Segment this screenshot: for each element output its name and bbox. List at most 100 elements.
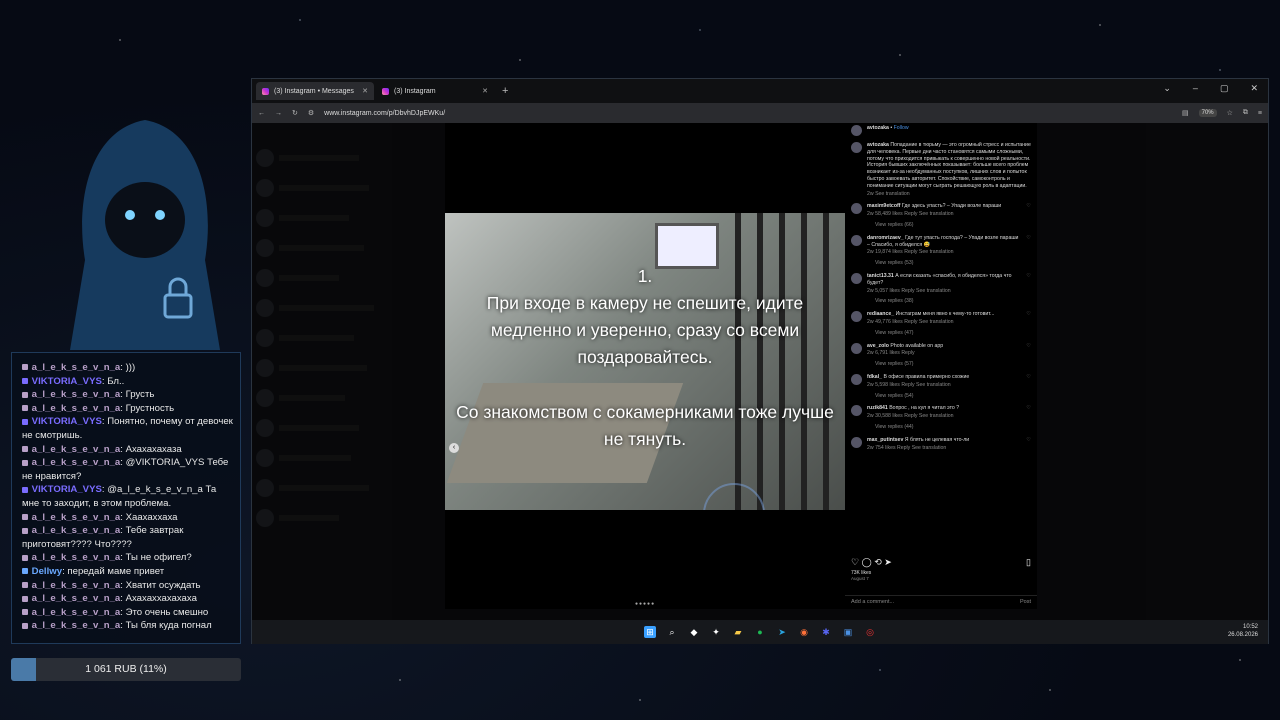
avatar[interactable] [851, 203, 862, 215]
chat-username[interactable]: a_l_e_k_s_e_v_n_a [32, 444, 121, 455]
app-star-icon[interactable]: ✱ [820, 626, 832, 638]
user-badge-icon [22, 527, 28, 534]
prev-slide-icon[interactable]: ‹ [449, 443, 459, 453]
zoom-level[interactable]: 70% [1198, 109, 1217, 117]
avatar[interactable] [851, 234, 862, 246]
tab-instagram[interactable]: (3) Instagram ✕ [376, 82, 494, 100]
comment-author[interactable]: rediaance_ [867, 311, 894, 317]
search-icon[interactable]: ⌕ [666, 626, 678, 638]
comment-author[interactable]: max_putintsev [867, 437, 903, 443]
site-info-icon[interactable]: ⚙ [308, 109, 314, 117]
save-icon[interactable]: ▯ [1026, 557, 1031, 568]
firefox-icon[interactable]: ◉ [798, 626, 810, 638]
chat-username[interactable]: a_l_e_k_s_e_v_n_a [32, 580, 121, 591]
close-icon[interactable]: ✕ [1250, 83, 1258, 94]
chat-message: VIKTORIA_VYS: Бл.. [22, 375, 234, 389]
avatar[interactable] [851, 311, 862, 323]
close-tab-icon[interactable]: ✕ [482, 87, 488, 95]
like-comment-icon[interactable]: ♡ [1026, 203, 1031, 228]
view-replies-link[interactable]: View replies (54) [867, 393, 1021, 400]
avatar[interactable] [851, 342, 862, 354]
view-replies-link[interactable]: View replies (47) [867, 330, 1021, 337]
app-square-icon[interactable]: ▣ [842, 626, 854, 638]
spotify-icon[interactable]: ● [754, 626, 766, 638]
chat-username[interactable]: a_l_e_k_s_e_v_n_a [32, 389, 121, 400]
comment-text: В офисе правила примерно схожие [883, 373, 970, 380]
like-icon[interactable]: ♡ [851, 557, 859, 567]
url-field[interactable]: www.instagram.com/p/DbvhDJpEWKu/ [324, 110, 445, 117]
extensions-icon[interactable]: ⧉ [1243, 109, 1248, 117]
new-tab-button[interactable]: + [496, 85, 514, 97]
view-replies-link[interactable]: View replies (38) [867, 298, 1021, 305]
back-icon[interactable]: ← [258, 110, 265, 117]
like-comment-icon[interactable]: ♡ [1026, 437, 1031, 452]
chat-username[interactable]: a_l_e_k_s_e_v_n_a [32, 607, 121, 618]
overlay-number: 1. [637, 266, 653, 286]
chevron-down-icon[interactable]: ⌄ [1163, 83, 1171, 94]
comment-author[interactable]: danromrizaev_ [867, 235, 904, 241]
app-red-icon[interactable]: ◎ [864, 626, 876, 638]
comment-author[interactable]: ave_zolo [867, 343, 889, 349]
like-comment-icon[interactable]: ♡ [1026, 374, 1031, 399]
comment-author[interactable]: maxim9etcoff [867, 203, 900, 209]
follow-button[interactable]: Follow [894, 125, 909, 131]
view-replies-link[interactable]: View replies (44) [867, 424, 1021, 431]
clock[interactable]: 10:52 26.08.2026 [1228, 623, 1258, 639]
avatar[interactable] [851, 436, 862, 448]
bookmark-star-icon[interactable]: ☆ [1227, 109, 1233, 117]
user-badge-icon [22, 595, 28, 602]
comment: ave_zolo Photo available on app 2w 6,791 … [851, 342, 1031, 368]
like-comment-icon[interactable]: ♡ [1026, 235, 1031, 267]
comment-author[interactable]: tanict13.31 [867, 273, 894, 279]
tab-instagram-messages[interactable]: (3) Instagram • Messages ✕ [256, 82, 374, 100]
share-icon[interactable]: ➤ [884, 557, 892, 567]
like-comment-icon[interactable]: ♡ [1026, 273, 1031, 305]
reader-icon[interactable]: ▤ [1182, 109, 1189, 117]
author-name[interactable]: avtozaka [867, 125, 889, 131]
chat-username[interactable]: a_l_e_k_s_e_v_n_a [32, 362, 121, 373]
maximize-icon[interactable]: ▢ [1220, 83, 1229, 94]
avatar[interactable] [851, 142, 862, 153]
comment-author[interactable]: fdkal_ [867, 374, 882, 380]
view-replies-link[interactable]: View replies (66) [867, 222, 1021, 229]
chat-username[interactable]: Dellwy [32, 566, 62, 577]
menu-icon[interactable]: ≡ [1258, 110, 1262, 117]
comment-author[interactable]: ruzik841 [867, 405, 888, 411]
app-icon[interactable]: ◆ [688, 626, 700, 638]
minimize-icon[interactable]: – [1193, 83, 1198, 94]
vscode-icon[interactable]: ✦ [710, 626, 722, 638]
post-media[interactable]: 1. При входе в камеру не спешите, идите … [445, 213, 845, 510]
reload-icon[interactable]: ↻ [292, 109, 298, 117]
add-comment-input[interactable]: Add a comment... [851, 599, 894, 606]
chat-username[interactable]: VIKTORIA_VYS [32, 416, 102, 427]
avatar[interactable] [851, 373, 862, 385]
chat-username[interactable]: a_l_e_k_s_e_v_n_a [32, 552, 121, 563]
chat-username[interactable]: a_l_e_k_s_e_v_n_a [32, 403, 121, 414]
avatar[interactable] [851, 405, 862, 417]
close-tab-icon[interactable]: ✕ [362, 87, 368, 95]
view-replies-link[interactable]: View replies (53) [867, 260, 1021, 267]
overlay-paragraph-1: При входе в камеру не спешите, идите мед… [486, 293, 804, 367]
repost-icon[interactable]: ⟲ [874, 557, 882, 567]
chat-username[interactable]: a_l_e_k_s_e_v_n_a [32, 525, 121, 536]
chat-username[interactable]: a_l_e_k_s_e_v_n_a [32, 593, 121, 604]
start-icon[interactable]: ⊞ [644, 626, 656, 638]
avatar[interactable] [851, 272, 862, 284]
carousel-dots: ●●●●● [635, 601, 656, 607]
like-comment-icon[interactable]: ♡ [1026, 343, 1031, 368]
chat-username[interactable]: VIKTORIA_VYS [32, 484, 102, 495]
forward-icon[interactable]: → [275, 110, 282, 117]
chat-username[interactable]: a_l_e_k_s_e_v_n_a [32, 620, 121, 631]
post-comment-button[interactable]: Post [1020, 599, 1031, 606]
chat-username[interactable]: a_l_e_k_s_e_v_n_a [32, 512, 121, 523]
folder-icon[interactable]: ▰ [732, 626, 744, 638]
avatar[interactable] [851, 125, 862, 136]
caption-author[interactable]: avtozaka [867, 142, 889, 148]
view-replies-link[interactable]: View replies (57) [867, 361, 1021, 368]
like-comment-icon[interactable]: ♡ [1026, 405, 1031, 430]
chat-username[interactable]: VIKTORIA_VYS [32, 376, 102, 387]
telegram-icon[interactable]: ➤ [776, 626, 788, 638]
chat-username[interactable]: a_l_e_k_s_e_v_n_a [32, 457, 121, 468]
comment-icon[interactable]: ◯ [862, 557, 872, 567]
like-comment-icon[interactable]: ♡ [1026, 311, 1031, 336]
